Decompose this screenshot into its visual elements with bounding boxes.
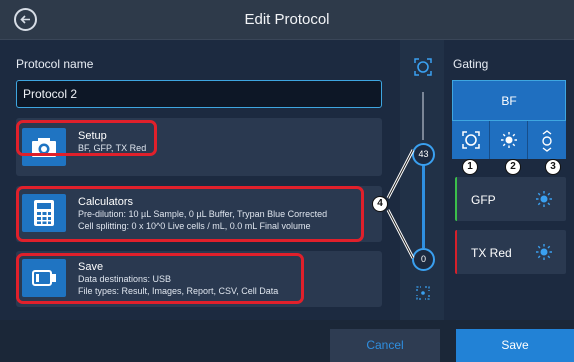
calculators-cell-splitting: Cell splitting: 0 x 10^0 Live cells / mL… [78,221,311,231]
gating-focus-button[interactable] [452,121,490,159]
brightness-icon [536,244,552,260]
channel-gfp-label: GFP [471,193,496,207]
usb-drive-icon [22,259,66,297]
callout-4: 4 [372,196,388,212]
channel-txred[interactable]: TX Red [455,230,566,274]
callout-3: 3 [545,159,561,175]
calculators-title: Calculators [78,196,134,208]
calculators-predilution: Pre-dilution: 10 µL Sample, 0 µL Buffer,… [78,209,328,219]
camera-icon [22,128,66,166]
calculators-card[interactable]: Calculators Pre-dilution: 10 µL Sample, … [16,186,382,242]
gating-label: Gating [453,57,489,71]
setup-title: Setup [78,130,107,142]
focus-point-icon[interactable] [414,284,432,302]
contrast-icon [542,130,552,152]
callout-1: 1 [462,159,478,175]
setup-subtitle: BF, GFP, TX Red [78,143,147,153]
save-file-types: File types: Result, Images, Report, CSV,… [78,286,279,296]
save-card[interactable]: Save Data destinations: USB File types: … [16,251,382,307]
channel-txred-label: TX Red [471,246,512,260]
focus-icon[interactable] [413,57,433,77]
slider-track-upper [422,92,424,140]
page-title: Edit Protocol [244,11,330,28]
callout-2: 2 [505,159,521,175]
calculator-icon [22,194,66,232]
brightness-icon [501,132,517,148]
protocol-name-label: Protocol name [16,57,94,71]
channel-gfp[interactable]: GFP [455,177,566,221]
save-title: Save [78,261,104,273]
gating-brightness-button[interactable] [490,121,528,159]
brightness-icon [536,191,552,207]
save-button[interactable]: Save [456,329,574,362]
gating-bf-button[interactable]: BF [452,80,566,121]
focus-icon [462,131,480,149]
header-bar: Edit Protocol [0,0,574,40]
save-destinations: Data destinations: USB [78,274,172,284]
protocol-name-input[interactable] [16,80,382,108]
cancel-button[interactable]: Cancel [330,329,440,362]
gating-contrast-button[interactable] [528,121,566,159]
setup-card[interactable]: Setup BF, GFP, TX Red [16,118,382,176]
